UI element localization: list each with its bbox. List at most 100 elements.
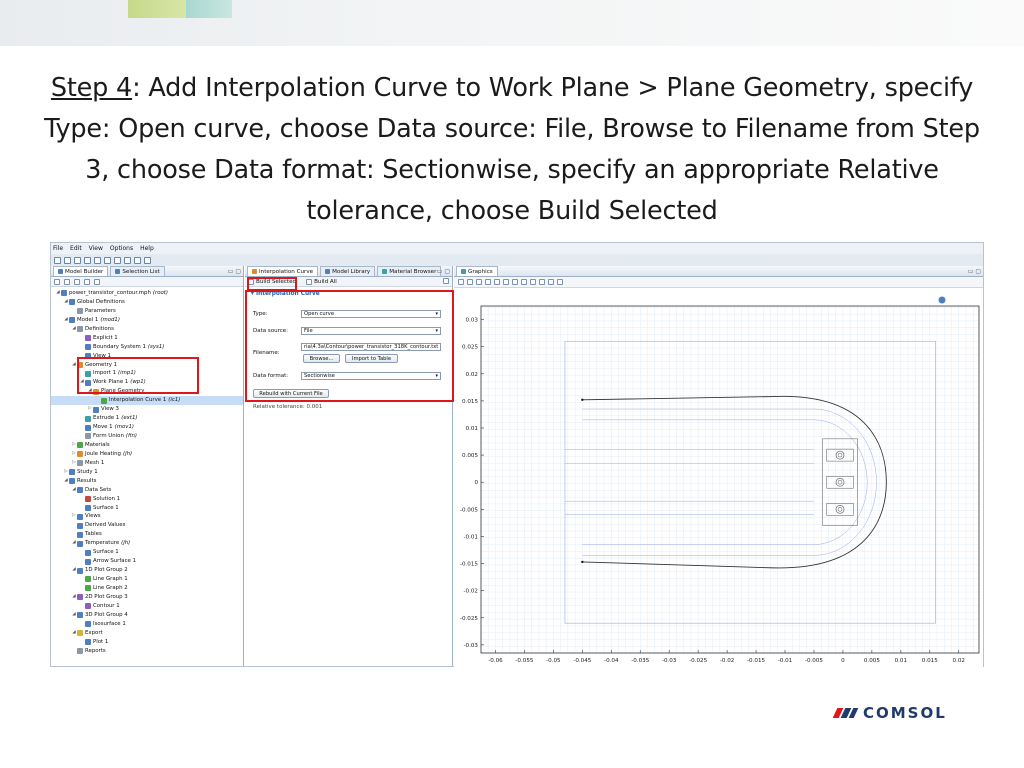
grid-icon[interactable] [530,279,536,285]
tree-node[interactable]: Parameters [51,307,243,316]
wireframe-icon[interactable] [539,279,545,285]
section-header[interactable]: ▾ Interpolation Curve [251,291,452,297]
material-icon[interactable] [134,256,141,264]
zoom-out-icon[interactable] [467,279,473,285]
tree-node[interactable]: ◢ Definitions [51,325,243,334]
zoom-extents-icon[interactable] [485,279,491,285]
copy-icon[interactable] [114,256,121,264]
tree-node[interactable]: ◢ Export [51,629,243,638]
select-box-icon[interactable] [521,279,527,285]
tab-selection-list[interactable]: Selection List [110,266,165,276]
menu-item-help[interactable]: Help [140,245,154,252]
tab-material-browser[interactable]: Material Browser [377,266,442,276]
tree-node[interactable]: ◢ 1D Plot Group 2 [51,566,243,575]
tree-node[interactable]: Derived Values [51,521,243,530]
tree-node[interactable]: Line Graph 1 [51,575,243,584]
menu-item-edit[interactable]: Edit [70,245,82,252]
tree-node[interactable]: Move 1 (mov1) [51,423,243,432]
tree-node[interactable]: ◢ Global Definitions [51,298,243,307]
tree-node[interactable]: Tables [51,530,243,539]
settings-window-controls-icon[interactable]: ▭ ▢ [437,268,450,275]
tree-node[interactable]: ▷ Joule Heating (jh) [51,450,243,459]
tree-node[interactable]: Interpolation Curve 1 (ic1) [51,396,243,406]
build-selected-button[interactable]: Build Selected [248,278,296,285]
tree-node[interactable]: ◢ Results [51,477,243,486]
tree-node[interactable]: ▷ Views [51,512,243,521]
tree-node[interactable]: Plot 1 [51,638,243,647]
open-file-icon[interactable] [64,256,71,264]
model-library-icon[interactable] [124,256,131,264]
tree-node[interactable]: Boundary System 1 (sys1) [51,343,243,352]
tab-model-library[interactable]: Model Library [320,266,376,276]
tree-node[interactable]: ◢ 2D Plot Group 3 [51,593,243,602]
print-icon[interactable] [84,256,91,264]
tree-node[interactable]: ▷ View 3 [51,405,243,414]
tree-node[interactable]: Form Union (fin) [51,432,243,441]
transparency-icon[interactable] [548,279,554,285]
show-icon[interactable] [94,278,100,285]
tree-node[interactable]: Reports [51,647,243,656]
menu-item-file[interactable]: File [53,245,63,252]
browse-button[interactable]: Browse... [303,354,340,363]
tree-node[interactable]: Contour 1 [51,602,243,611]
tree-node-icon [69,299,75,306]
help-icon[interactable] [443,278,449,284]
minimize-maximize-icon[interactable]: ▭ ▢ [228,268,241,275]
type-select[interactable]: Open curve ▾ [301,310,441,318]
select-icon[interactable] [512,279,518,285]
undo-icon[interactable] [94,256,101,264]
tree-node[interactable]: ◢ Data Sets [51,486,243,495]
tree-node[interactable]: ▷ Mesh 1 [51,459,243,468]
tab-interpolation-curve[interactable]: Interpolation Curve [247,266,319,276]
tab-graphics[interactable]: Graphics [456,266,498,276]
graphics-canvas[interactable]: 0.03 0.025 0.02 0.015 0.01 0.005 0 -0.005 -0.01 -… [454,288,983,667]
tree-node-label: Geometry 1 [85,361,118,368]
filename-field[interactable]: ria\4.3a\Contour\power_transistor_318K_c… [301,343,441,351]
tree-node[interactable]: ▷ Study 1 [51,468,243,477]
save-icon[interactable] [74,256,81,264]
forward-icon[interactable] [64,278,70,285]
pan-icon[interactable] [503,279,509,285]
tree-node[interactable]: Solution 1 [51,495,243,504]
y-tick-label: 0.02 [466,372,478,378]
tree-node[interactable]: View 1 [51,352,243,361]
tree-node[interactable]: Extrude 1 (ext1) [51,414,243,423]
tree-node[interactable]: Arrow Surface 1 [51,557,243,566]
tree-node[interactable]: Explicit 1 [51,334,243,343]
tree-node-label: Mesh 1 [85,459,105,466]
data-source-select[interactable]: File ▾ [301,327,441,335]
tree-node[interactable]: ◢ Geometry 1 [51,361,243,370]
redo-icon[interactable] [104,256,111,264]
rotate-icon[interactable] [494,279,500,285]
new-file-icon[interactable] [54,256,61,264]
menu-item-view[interactable]: View [89,245,103,252]
back-icon[interactable] [54,278,60,285]
tree-node[interactable]: ◢ Temperature (jh) [51,539,243,548]
tree-node[interactable]: Surface 1 [51,548,243,557]
tree-node[interactable]: ◢ power_transistor_contour.mph (root) [51,289,243,298]
tree-node[interactable]: ◢ 3D Plot Group 4 [51,611,243,620]
geometry-plot[interactable]: 0.03 0.025 0.02 0.015 0.01 0.005 0 -0.005 -0.01 -… [454,288,983,667]
collapse-icon[interactable] [84,278,90,285]
tree-node[interactable]: ◢ Work Plane 1 (wp1) [51,378,243,387]
x-tick-label: -0.01 [778,658,793,664]
tree-node[interactable]: ◢ Plane Geometry [51,387,243,396]
menu-item-options[interactable]: Options [110,245,133,252]
expand-icon[interactable] [74,278,80,285]
rebuild-with-current-file-button[interactable]: Rebuild with Current File [253,389,329,398]
zoom-in-icon[interactable] [458,279,464,285]
tree-node[interactable]: ◢ Model 1 (mod1) [51,316,243,325]
camera-icon[interactable] [557,279,563,285]
tree-node[interactable]: Isosurface 1 [51,620,243,629]
zoom-box-icon[interactable] [476,279,482,285]
tree-node[interactable]: Import 1 (imp1) [51,369,243,378]
tree-node[interactable]: Line Graph 2 [51,584,243,593]
parameters-icon[interactable] [144,256,151,264]
tree-node[interactable]: Surface 1 [51,504,243,513]
graphics-window-controls-icon[interactable]: ▭ ▢ [968,268,981,275]
build-all-button[interactable]: Build All [306,278,337,285]
import-to-table-button[interactable]: Import to Table [345,354,398,363]
tab-model-builder[interactable]: Model Builder [53,266,109,276]
data-format-select[interactable]: Sectionwise ▾ [301,372,441,380]
tree-node[interactable]: ▷ Materials [51,441,243,450]
